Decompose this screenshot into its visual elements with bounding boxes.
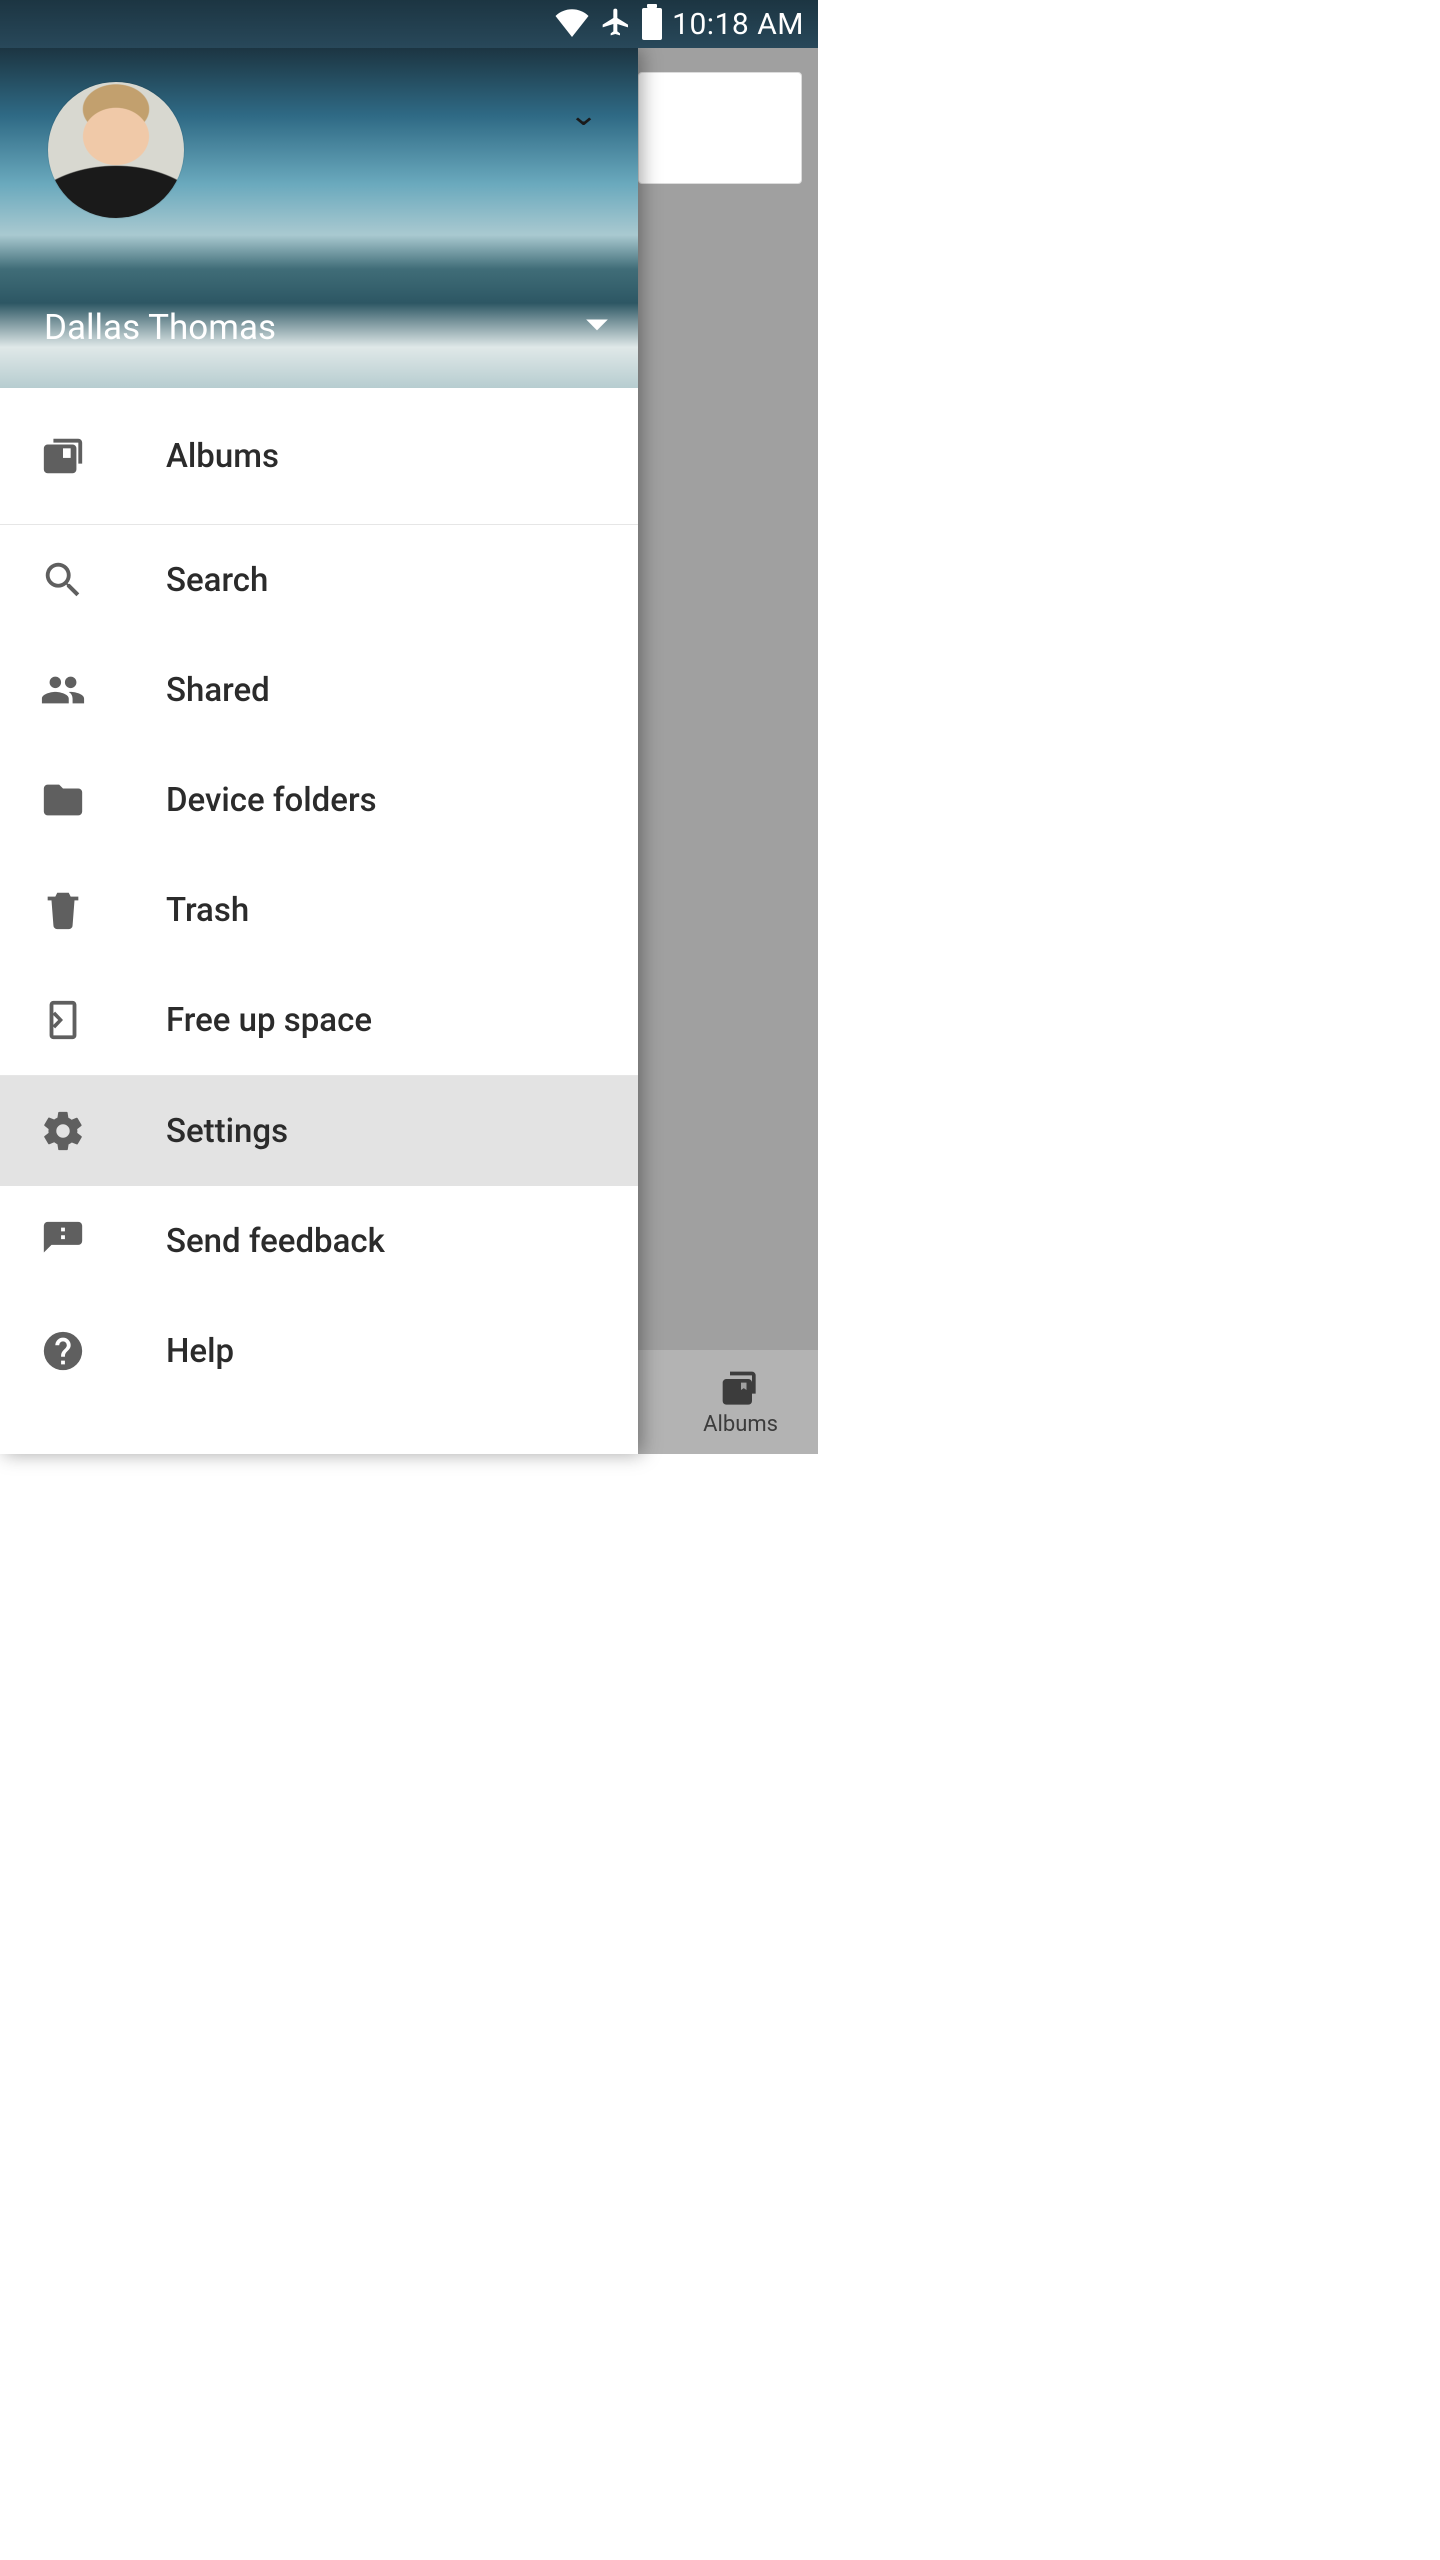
drawer-item-shared[interactable]: Shared (0, 635, 638, 745)
drawer-item-send-feedback[interactable]: Send feedback (0, 1186, 638, 1296)
status-bar-clock: 10:18 AM (672, 7, 804, 42)
drawer-item-label: Help (166, 1332, 234, 1371)
drawer-item-albums[interactable]: Albums (0, 388, 638, 524)
drawer-item-label: Shared (166, 671, 270, 710)
folder-icon (38, 775, 88, 825)
navigation-drawer: ⌄ Dallas Thomas Albums Sea (0, 48, 638, 1454)
drawer-item-label: Albums (166, 437, 279, 476)
drawer-item-settings[interactable]: Settings (0, 1076, 638, 1186)
battery-icon (642, 8, 662, 40)
chevron-down-icon (584, 318, 610, 338)
drawer-item-label: Settings (166, 1112, 288, 1151)
background-card (638, 72, 802, 184)
account-name: Dallas Thomas (44, 307, 276, 348)
albums-icon (38, 431, 88, 481)
drawer-item-help[interactable]: Help (0, 1296, 638, 1406)
bottom-nav-label: Albums (703, 1412, 778, 1437)
drawer-item-label: Search (166, 561, 268, 600)
search-icon (38, 555, 88, 605)
drawer-item-label: Device folders (166, 781, 377, 820)
wifi-icon (554, 7, 590, 41)
drawer-item-free-up-space[interactable]: Free up space (0, 965, 638, 1075)
feedback-icon (38, 1216, 88, 1266)
bottom-nav-item-albums[interactable]: Albums (703, 1368, 778, 1437)
drawer-item-trash[interactable]: Trash (0, 855, 638, 965)
drawer-item-label: Send feedback (166, 1222, 385, 1261)
free-space-icon (38, 995, 88, 1045)
help-icon (38, 1326, 88, 1376)
albums-icon (719, 1368, 763, 1412)
status-bar: 10:18 AM (0, 0, 818, 48)
drawer-list: Albums Search Shared Device folders (0, 388, 638, 1454)
drawer-header: ⌄ Dallas Thomas (0, 48, 638, 388)
drawer-item-label: Trash (166, 891, 249, 930)
gear-icon (38, 1106, 88, 1156)
account-switcher[interactable]: Dallas Thomas (44, 307, 610, 348)
people-icon (38, 665, 88, 715)
trash-icon (38, 885, 88, 935)
drawer-item-search[interactable]: Search (0, 525, 638, 635)
drawer-item-label: Free up space (166, 1001, 372, 1040)
drawer-item-device-folders[interactable]: Device folders (0, 745, 638, 855)
airplane-mode-icon (600, 6, 632, 42)
bird-silhouette: ⌄ (568, 98, 598, 133)
avatar[interactable] (48, 82, 184, 218)
